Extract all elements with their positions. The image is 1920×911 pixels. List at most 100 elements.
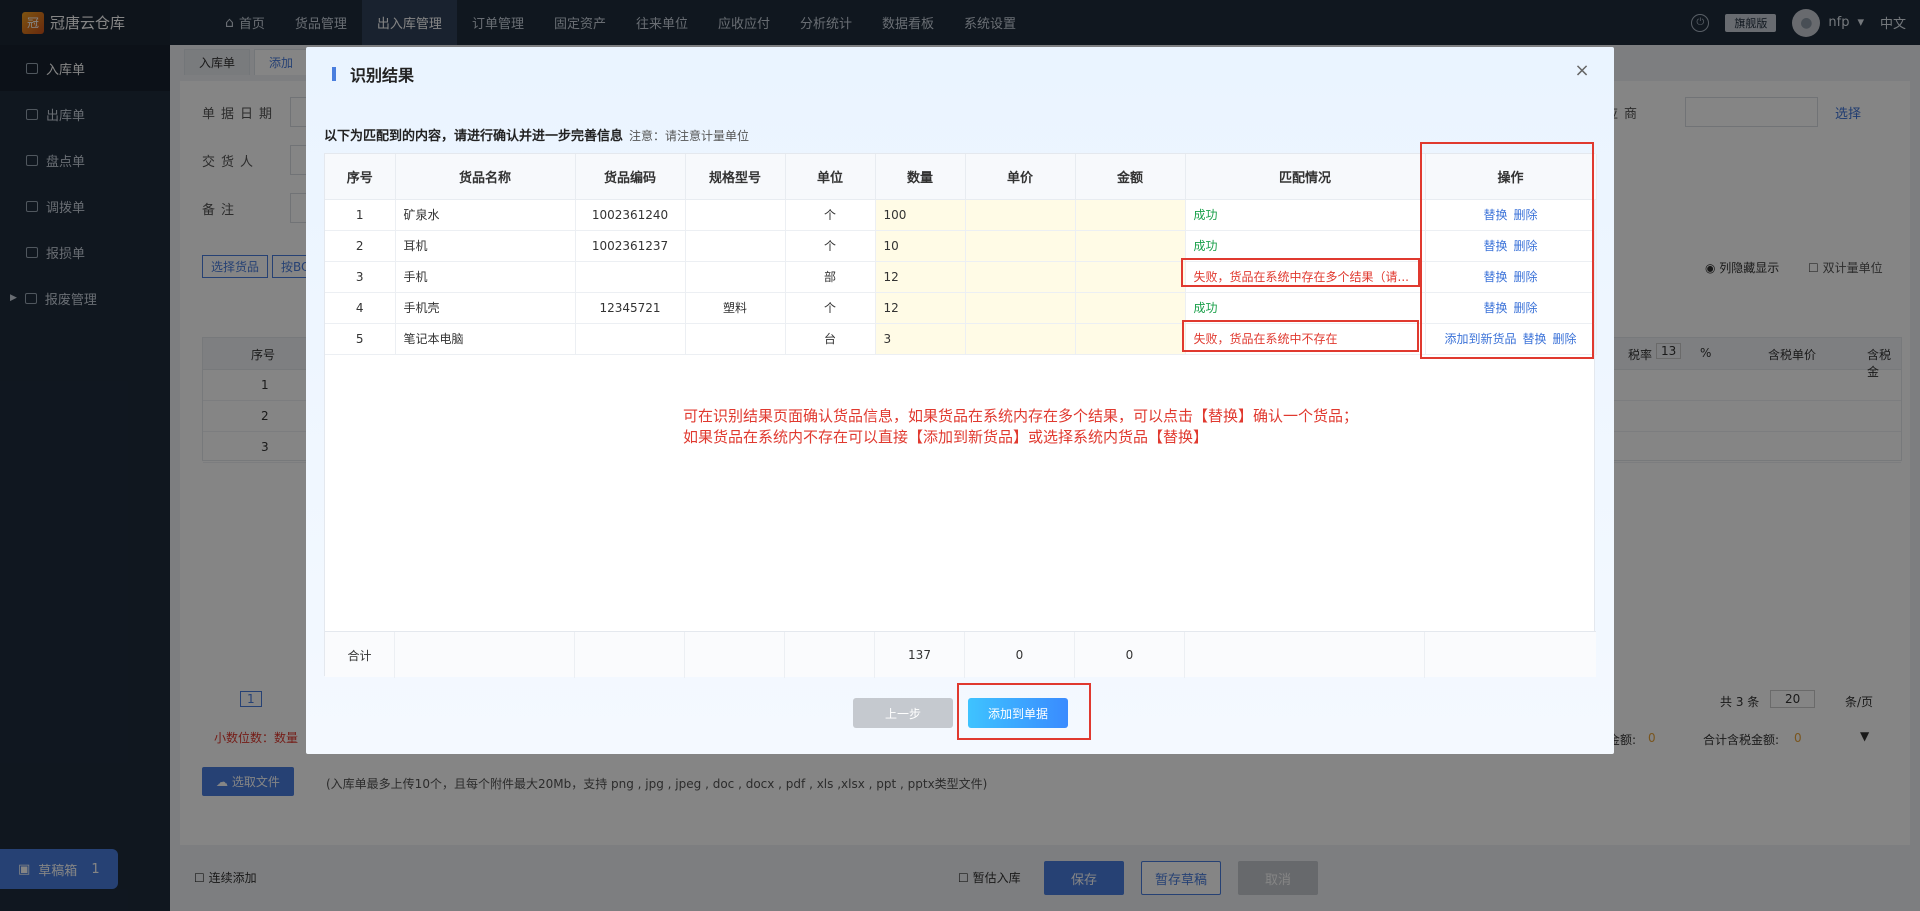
cell-name: 手机壳 bbox=[395, 292, 576, 324]
cell-amount-input[interactable] bbox=[1075, 292, 1186, 324]
summary-qty: 137 bbox=[875, 632, 965, 678]
replace-link[interactable]: 替换 bbox=[1522, 332, 1546, 346]
cell-name: 笔记本电脑 bbox=[395, 323, 576, 355]
result-table: 序号 货品名称 货品编码 规格型号 单位 数量 单价 金额 匹配情况 操作 1 … bbox=[325, 154, 1597, 355]
cell-price-input[interactable] bbox=[965, 323, 1076, 355]
cell-name: 手机 bbox=[395, 261, 576, 293]
cell-match-status: 成功 bbox=[1185, 292, 1426, 324]
cell-name: 矿泉水 bbox=[395, 199, 576, 231]
cell-price-input[interactable] bbox=[965, 199, 1076, 231]
cell-qty-input[interactable]: 12 bbox=[875, 292, 966, 324]
table-row: 1 矿泉水 1002361240 个 100 成功 替换 删除 bbox=[325, 199, 1597, 231]
col-price: 单价 bbox=[965, 154, 1076, 200]
intro-note: 注意：请注意计量单位 bbox=[629, 129, 750, 143]
cell-qty-input[interactable]: 12 bbox=[875, 261, 966, 293]
cell-name: 耳机 bbox=[395, 230, 576, 262]
cell-ops: 替换 删除 bbox=[1425, 230, 1597, 262]
summary-empty bbox=[395, 632, 575, 678]
cell-match-status: 成功 bbox=[1185, 199, 1426, 231]
add-to-document-button[interactable]: 添加到单据 bbox=[968, 698, 1068, 728]
cell-code bbox=[575, 323, 686, 355]
col-amount: 金额 bbox=[1075, 154, 1186, 200]
cell-match-status: 成功 bbox=[1185, 230, 1426, 262]
table-row: 5 笔记本电脑 台 3 失败，货品在系统中不存在 添加到新货品 替换 删除 bbox=[325, 323, 1597, 355]
cell-seq: 3 bbox=[325, 261, 396, 293]
cell-unit: 部 bbox=[785, 261, 876, 293]
table-header-row: 序号 货品名称 货品编码 规格型号 单位 数量 单价 金额 匹配情况 操作 bbox=[325, 154, 1597, 200]
close-icon[interactable]: × bbox=[1572, 61, 1592, 81]
replace-link[interactable]: 替换 bbox=[1483, 208, 1507, 222]
cell-seq: 5 bbox=[325, 323, 396, 355]
cell-code bbox=[575, 261, 686, 293]
col-name: 货品名称 bbox=[395, 154, 576, 200]
col-unit: 单位 bbox=[785, 154, 876, 200]
cell-qty-input[interactable]: 3 bbox=[875, 323, 966, 355]
replace-link[interactable]: 替换 bbox=[1483, 239, 1507, 253]
delete-link[interactable]: 删除 bbox=[1514, 301, 1538, 315]
cell-unit: 个 bbox=[785, 292, 876, 324]
col-qty: 数量 bbox=[875, 154, 966, 200]
annotation-line-1: 可在识别结果页面确认货品信息，如果货品在系统内存在多个结果，可以点击【替换】确认… bbox=[683, 407, 1359, 425]
delete-link[interactable]: 删除 bbox=[1514, 208, 1538, 222]
title-accent-bar bbox=[332, 67, 336, 81]
cell-amount-input[interactable] bbox=[1075, 323, 1186, 355]
annotation-line-2: 如果货品在系统内不存在可以直接【添加到新货品】或选择系统内货品【替换】 bbox=[683, 428, 1209, 446]
table-row: 3 手机 部 12 失败，货品在系统中存在多个结果（请... 替换 删除 bbox=[325, 261, 1597, 293]
cell-match-status: 失败，货品在系统中存在多个结果（请... bbox=[1185, 261, 1426, 293]
col-spec: 规格型号 bbox=[685, 154, 786, 200]
summary-price: 0 bbox=[965, 632, 1075, 678]
table-row: 2 耳机 1002361237 个 10 成功 替换 删除 bbox=[325, 230, 1597, 262]
cell-spec bbox=[685, 323, 786, 355]
cell-amount-input[interactable] bbox=[1075, 261, 1186, 293]
summary-label: 合计 bbox=[325, 632, 395, 678]
intro-text: 以下为匹配到的内容，请进行确认并进一步完善信息 bbox=[324, 129, 624, 144]
cell-code: 1002361240 bbox=[575, 199, 686, 231]
add-new-goods-link[interactable]: 添加到新货品 bbox=[1444, 332, 1516, 346]
cell-code: 12345721 bbox=[575, 292, 686, 324]
prev-step-button[interactable]: 上一步 bbox=[853, 698, 953, 728]
delete-link[interactable]: 删除 bbox=[1514, 239, 1538, 253]
recognition-result-dialog: 识别结果 × 以下为匹配到的内容，请进行确认并进一步完善信息 注意：请注意计量单位… bbox=[306, 47, 1614, 754]
cell-spec: 塑料 bbox=[685, 292, 786, 324]
replace-link[interactable]: 替换 bbox=[1483, 301, 1507, 315]
table-row: 4 手机壳 12345721 塑料 个 12 成功 替换 删除 bbox=[325, 292, 1597, 324]
col-seq: 序号 bbox=[325, 154, 396, 200]
col-code: 货品编码 bbox=[575, 154, 686, 200]
summary-row: 合计 137 0 0 bbox=[325, 631, 1596, 678]
summary-empty bbox=[575, 632, 685, 678]
cell-price-input[interactable] bbox=[965, 230, 1076, 262]
cell-unit: 台 bbox=[785, 323, 876, 355]
dialog-intro: 以下为匹配到的内容，请进行确认并进一步完善信息 注意：请注意计量单位 bbox=[324, 125, 749, 144]
cell-ops: 替换 删除 bbox=[1425, 199, 1597, 231]
col-match: 匹配情况 bbox=[1185, 154, 1426, 200]
summary-empty bbox=[685, 632, 785, 678]
dialog-title: 识别结果 bbox=[332, 62, 414, 86]
cell-ops: 替换 删除 bbox=[1425, 292, 1597, 324]
summary-empty bbox=[1185, 632, 1425, 678]
cell-spec bbox=[685, 230, 786, 262]
cell-match-status: 失败，货品在系统中不存在 bbox=[1185, 323, 1426, 355]
summary-empty bbox=[1425, 632, 1596, 678]
summary-amount: 0 bbox=[1075, 632, 1185, 678]
cell-qty-input[interactable]: 10 bbox=[875, 230, 966, 262]
cell-ops: 添加到新货品 替换 删除 bbox=[1425, 323, 1597, 355]
cell-unit: 个 bbox=[785, 230, 876, 262]
cell-code: 1002361237 bbox=[575, 230, 686, 262]
delete-link[interactable]: 删除 bbox=[1514, 270, 1538, 284]
replace-link[interactable]: 替换 bbox=[1483, 270, 1507, 284]
delete-link[interactable]: 删除 bbox=[1553, 332, 1577, 346]
cell-amount-input[interactable] bbox=[1075, 230, 1186, 262]
cell-seq: 2 bbox=[325, 230, 396, 262]
cell-ops: 替换 删除 bbox=[1425, 261, 1597, 293]
dialog-title-text: 识别结果 bbox=[350, 66, 415, 85]
cell-amount-input[interactable] bbox=[1075, 199, 1186, 231]
cell-spec bbox=[685, 261, 786, 293]
cell-unit: 个 bbox=[785, 199, 876, 231]
cell-qty-input[interactable]: 100 bbox=[875, 199, 966, 231]
cell-seq: 4 bbox=[325, 292, 396, 324]
cell-price-input[interactable] bbox=[965, 292, 1076, 324]
col-ops: 操作 bbox=[1425, 154, 1597, 200]
cell-spec bbox=[685, 199, 786, 231]
cell-price-input[interactable] bbox=[965, 261, 1076, 293]
annotation-text: 可在识别结果页面确认货品信息，如果货品在系统内存在多个结果，可以点击【替换】确认… bbox=[683, 406, 1358, 448]
